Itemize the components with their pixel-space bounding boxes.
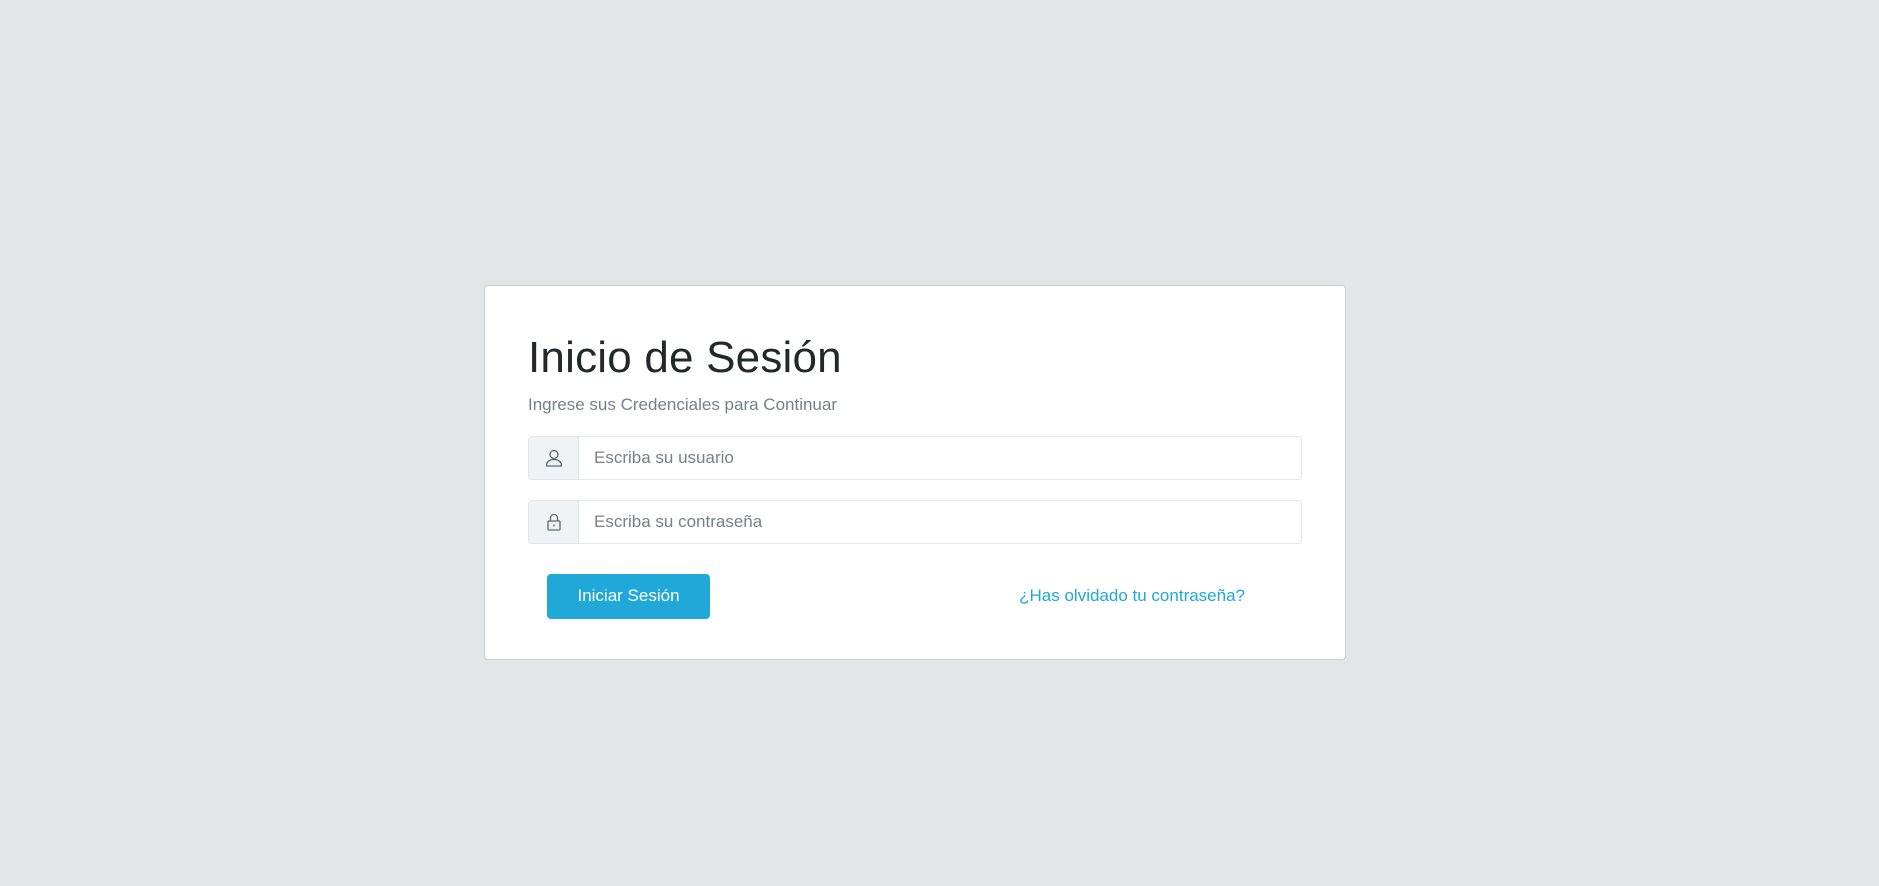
- login-button[interactable]: Iniciar Sesión: [547, 573, 710, 619]
- form-actions: Iniciar Sesión ¿Has olvidado tu contrase…: [528, 573, 1302, 619]
- page-subtitle: Ingrese sus Credenciales para Continuar: [528, 394, 838, 414]
- username-input[interactable]: [578, 435, 1302, 480]
- password-input[interactable]: [578, 499, 1302, 544]
- user-icon: [528, 435, 578, 480]
- page-title: Inicio de Sesión: [528, 333, 842, 382]
- login-card: Inicio de Sesión Ingrese sus Credenciale…: [484, 285, 1346, 660]
- lock-icon: [528, 499, 578, 544]
- username-input-group: [528, 435, 1302, 480]
- login-page: Inicio de Sesión Ingrese sus Credenciale…: [0, 0, 1879, 886]
- forgot-password-link[interactable]: ¿Has olvidado tu contraseña?: [1019, 586, 1245, 606]
- password-input-group: [528, 499, 1302, 544]
